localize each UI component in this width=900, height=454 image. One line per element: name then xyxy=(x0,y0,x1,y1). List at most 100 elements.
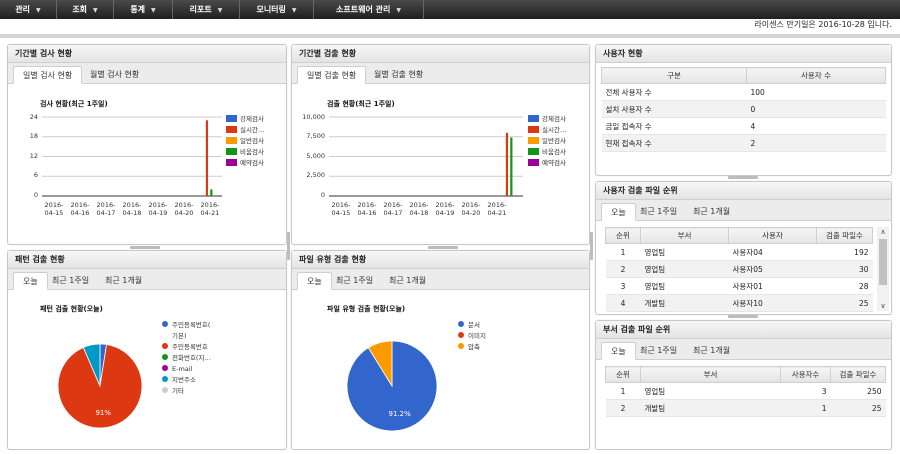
scroll-up-icon[interactable]: ∧ xyxy=(877,227,889,237)
table-row[interactable]: 4 개발팀 사용자10 25 xyxy=(605,294,873,312)
scrollbar[interactable]: ∧ ∨ xyxy=(877,227,889,311)
panel-title: 부서 검출 파일 순위 xyxy=(596,321,891,339)
table-cell: 28 xyxy=(816,277,873,295)
chevron-down-icon: ▼ xyxy=(93,7,98,14)
table-row[interactable]: 1 영업팀 3 250 xyxy=(605,382,886,400)
nav-label: 관리 xyxy=(15,5,31,14)
resize-handle[interactable] xyxy=(728,176,758,179)
legend-swatch xyxy=(226,148,237,155)
resize-handle[interactable] xyxy=(728,315,758,318)
tab-last-week[interactable]: 최근 1주일 xyxy=(631,342,686,360)
table-row[interactable]: 2 영업팀 사용자05 30 xyxy=(605,260,873,278)
legend-label: 실시간… xyxy=(240,126,265,134)
legend-label: 비움검사 xyxy=(542,148,566,156)
user-status-table: 구분 사용자 수 전체 사용자 수 100 설치 사용자 수0 금일 접속자 수4… xyxy=(601,67,886,152)
table-cell: 사용자10 xyxy=(728,294,817,312)
legend-swatch xyxy=(458,332,464,338)
user-rank-panel: 사용자 검출 파일 순위 오늘 최근 1주일 최근 1개월 순위 부서 사용자 … xyxy=(595,181,892,315)
column-header: 부서 xyxy=(640,366,781,383)
table-cell: 영업팀 xyxy=(640,260,729,278)
legend-label: 강제검사 xyxy=(240,115,264,123)
legend-swatch xyxy=(528,159,539,166)
scrollbar-thumb[interactable] xyxy=(879,239,887,285)
chevron-down-icon: ▼ xyxy=(151,7,156,14)
table-cell: 1 xyxy=(780,399,831,417)
nav-menu-monitoring[interactable]: 모니터링 ▼ xyxy=(240,0,314,19)
table-cell: 2 xyxy=(746,134,886,152)
bar xyxy=(510,137,513,196)
x-tick-label: 2016- 04-20 xyxy=(461,201,481,217)
column-header: 부서 xyxy=(640,227,729,244)
nav-menu-search[interactable]: 조회 ▼ xyxy=(57,0,114,19)
table-cell: 2 xyxy=(605,260,641,278)
resize-handle[interactable] xyxy=(130,246,160,249)
column-header: 순위 xyxy=(605,227,641,244)
legend-swatch xyxy=(226,115,237,122)
period-inspect-panel: 기간별 검사 현황 일별 검사 현황 월별 검사 현황 검사 현황(최근 1주일… xyxy=(7,44,287,245)
pattern-detect-panel: 패턴 검출 현황 오늘 최근 1주일 최근 1개월 패턴 검출 현황(오늘) 9… xyxy=(7,250,287,450)
x-tick-label: 2016- 04-18 xyxy=(122,201,142,217)
chevron-down-icon: ▼ xyxy=(36,7,41,14)
table-row[interactable]: 3 영업팀 사용자01 28 xyxy=(605,277,873,295)
legend-item: 실시간… xyxy=(226,126,264,137)
dept-rank-panel: 부서 검출 파일 순위 오늘 최근 1주일 최근 1개월 순위 부서 사용자수 … xyxy=(595,320,892,450)
legend-swatch xyxy=(162,343,168,349)
table-cell: 설치 사용자 수 xyxy=(601,100,747,118)
legend-item: 기타 xyxy=(162,387,211,398)
legend-item: 강제검사 xyxy=(226,115,264,126)
x-tick-label: 2016- 04-19 xyxy=(435,201,455,217)
period-detect-panel: 기간별 검출 현황 일별 검출 현황 월별 검출 현황 검출 현황(최근 1주일… xyxy=(291,44,590,245)
resize-handle[interactable] xyxy=(428,246,458,249)
tab-last-month[interactable]: 최근 1개월 xyxy=(684,342,739,360)
legend-swatch xyxy=(458,343,464,349)
x-tick-label: 2016- 04-15 xyxy=(331,201,351,217)
table-cell: 개발팀 xyxy=(640,399,781,417)
column-header: 검출 파일수 xyxy=(816,227,873,244)
legend-item: 일반검사 xyxy=(528,137,566,148)
table-row[interactable]: 2 개발팀 1 25 xyxy=(605,399,886,417)
legend-label: 주민등록번호 xyxy=(172,343,208,351)
legend-item: 일반검사 xyxy=(226,137,264,148)
table-cell: 1 xyxy=(605,382,641,400)
nav-menu-manage[interactable]: 관리 ▼ xyxy=(0,0,57,19)
scroll-down-icon[interactable]: ∨ xyxy=(877,301,889,311)
tab-last-week[interactable]: 최근 1주일 xyxy=(631,203,686,221)
nav-label: 통계 xyxy=(130,5,146,14)
x-tick-label: 2016- 04-16 xyxy=(357,201,377,217)
tab-last-month[interactable]: 최근 1개월 xyxy=(684,203,739,221)
nav-menu-software[interactable]: 소프트웨어 관리 ▼ xyxy=(314,0,424,19)
top-navigation: 관리 ▼ 조회 ▼ 통계 ▼ 리포트 ▼ 모니터링 ▼ 소프트웨어 관리 ▼ xyxy=(0,0,900,19)
table-row: 금일 접속자 수4 xyxy=(601,117,886,135)
divider xyxy=(0,34,900,38)
legend-item-continued: 기본) xyxy=(162,332,211,343)
license-expiry-notice: 라이센스 만기일은 2016-10-28 입니다. xyxy=(754,20,892,29)
pattern-pie-chart: 91% xyxy=(57,343,143,429)
nav-label: 소프트웨어 관리 xyxy=(336,5,391,14)
chevron-down-icon: ▼ xyxy=(217,7,223,14)
x-tick-label: 2016- 04-21 xyxy=(200,201,220,217)
legend-swatch xyxy=(528,148,539,155)
legend-swatch xyxy=(458,321,464,327)
table-row: 설치 사용자 수0 xyxy=(601,100,886,118)
legend-swatch xyxy=(162,321,168,327)
legend-swatch xyxy=(528,137,539,144)
nav-menu-stats[interactable]: 통계 ▼ xyxy=(114,0,173,19)
column-header: 사용자 수 xyxy=(746,67,886,84)
user-rank-table: 순위 부서 사용자 검출 파일수 1 영업팀 사용자04 192 2 영업팀 사용자05 3… xyxy=(605,227,873,312)
table-cell: 사용자01 xyxy=(728,277,817,295)
panel-title: 사용자 현황 xyxy=(596,45,891,63)
legend-swatch xyxy=(162,387,168,393)
legend-swatch xyxy=(528,126,539,133)
legend-label: 주민등록번호( xyxy=(172,321,211,329)
legend-swatch xyxy=(162,376,168,382)
legend-label: 일반검사 xyxy=(240,137,264,145)
table-cell: 25 xyxy=(830,399,886,417)
chart-legend: 강제검사 실시간… 일반검사 비움검사 예약검사 xyxy=(528,115,566,170)
nav-menu-report[interactable]: 리포트 ▼ xyxy=(173,0,240,19)
bar xyxy=(210,189,213,196)
table-cell: 192 xyxy=(816,243,873,261)
legend-item: 비움검사 xyxy=(528,148,566,159)
table-row[interactable]: 1 영업팀 사용자04 192 xyxy=(605,243,873,261)
legend-swatch xyxy=(528,115,539,122)
legend-item: 주민등록번호( xyxy=(162,321,211,332)
